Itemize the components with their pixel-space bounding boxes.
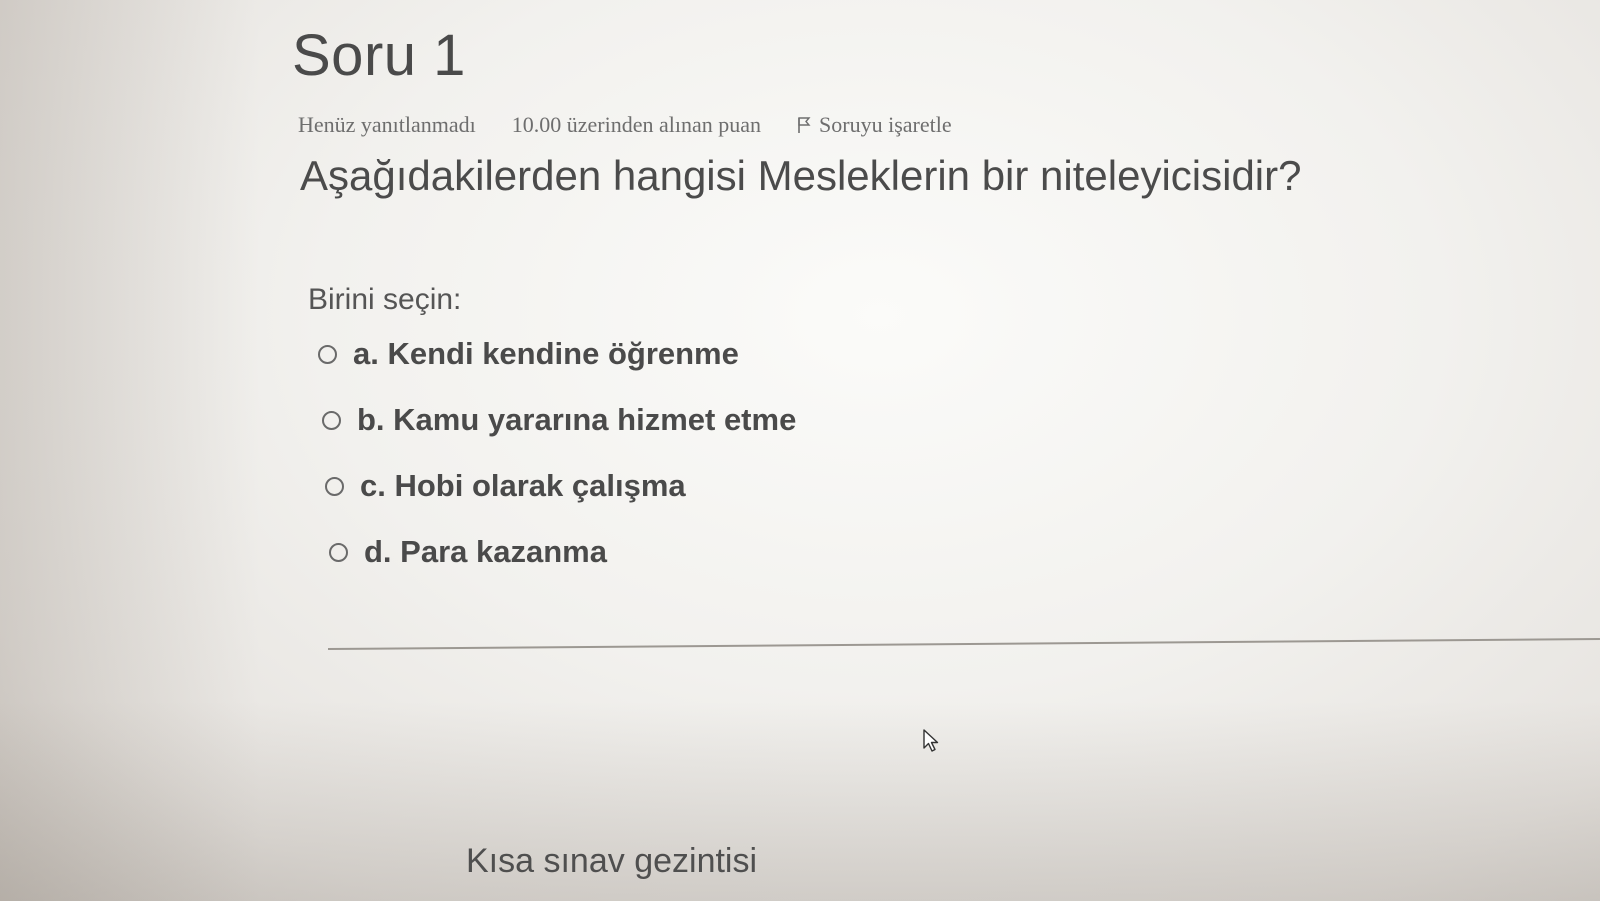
- flag-question-link[interactable]: Soruyu işaretle: [797, 112, 952, 138]
- answer-prompt: Birini seçin:: [308, 283, 462, 316]
- answer-option-label: d. Para kazanma: [364, 534, 607, 569]
- question-info-row: Henüz yanıtlanmadı 10.00 üzerinden alına…: [298, 112, 952, 138]
- question-grade-info: 10.00 üzerinden alınan puan: [511, 112, 762, 137]
- screen-shade-left: [0, 0, 260, 901]
- radio-button[interactable]: [329, 542, 348, 562]
- flag-icon: [797, 116, 811, 134]
- answer-option-c[interactable]: c. Hobi olarak çalışma: [325, 468, 686, 504]
- answer-option-a[interactable]: a. Kendi kendine öğrenme: [318, 336, 739, 372]
- question-text: Aşağıdakilerden hangisi Mesleklerin bir …: [300, 152, 1302, 199]
- flag-question-label: Soruyu işaretle: [819, 112, 952, 137]
- answer-option-d[interactable]: d. Para kazanma: [329, 534, 607, 570]
- mouse-pointer-icon: [922, 728, 940, 759]
- answer-option-label: c. Hobi olarak çalışma: [360, 468, 686, 503]
- question-title: Soru 1: [292, 23, 466, 88]
- answer-option-b[interactable]: b. Kamu yararına hizmet etme: [322, 402, 796, 438]
- question-status: Henüz yanıtlanmadı: [298, 112, 476, 137]
- answer-option-label: a. Kendi kendine öğrenme: [353, 336, 739, 371]
- section-divider: [327, 638, 1600, 650]
- radio-button[interactable]: [318, 344, 337, 364]
- radio-button[interactable]: [322, 410, 341, 430]
- answer-option-label: b. Kamu yararına hizmet etme: [357, 402, 797, 437]
- radio-button[interactable]: [325, 476, 344, 496]
- screen-shade-bottom: [0, 701, 1600, 901]
- quiz-navigation-link[interactable]: Kısa sınav gezintisi: [466, 842, 757, 881]
